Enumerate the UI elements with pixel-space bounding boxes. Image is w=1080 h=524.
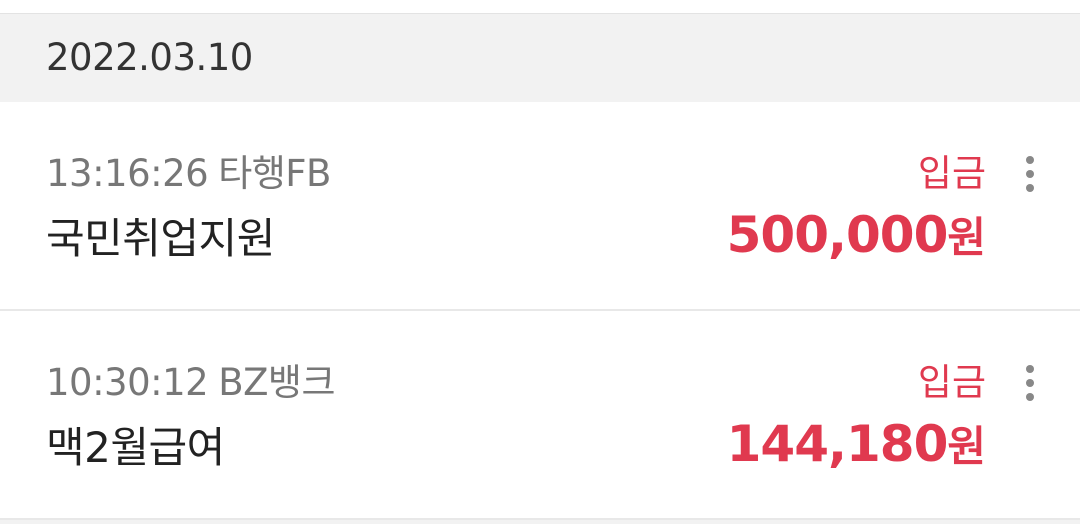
transaction-counterparty: 타행FB: [218, 152, 331, 195]
transaction-description: 국민취업지원: [46, 214, 275, 263]
top-divider: [0, 0, 1080, 14]
transaction-time: 10:30:12: [46, 361, 209, 404]
transaction-amount: 500,000원: [727, 206, 986, 267]
more-vertical-icon[interactable]: [1018, 361, 1042, 405]
more-vertical-icon[interactable]: [1018, 152, 1042, 196]
transaction-type: 입금: [917, 361, 986, 404]
currency-unit: 원: [947, 213, 986, 262]
amount-value: 500,000: [726, 206, 949, 264]
transaction-row[interactable]: 13:16:26 타행FB 국민취업지원 입금 500,000원: [0, 102, 1080, 311]
transaction-history-screen: 2022.03.10 13:16:26 타행FB 국민취업지원 입금 500,00…: [0, 0, 1080, 524]
transaction-row[interactable]: 10:30:12 BZ뱅크 맥2월급여 입금 144,180원: [0, 311, 1080, 520]
date-group-header: 2022.03.10: [0, 14, 1080, 102]
date-label: 2022.03.10: [46, 36, 253, 79]
transaction-type: 입금: [917, 152, 986, 195]
transaction-description: 맥2월급여: [46, 423, 225, 472]
transaction-counterparty: BZ뱅크: [218, 361, 335, 404]
currency-unit: 원: [947, 422, 986, 471]
bottom-divider: [0, 520, 1080, 524]
transaction-amount: 144,180원: [727, 415, 986, 476]
transaction-time: 13:16:26: [46, 152, 209, 195]
transaction-meta: 13:16:26 타행FB: [46, 152, 331, 196]
amount-value: 144,180: [726, 415, 949, 473]
transaction-meta: 10:30:12 BZ뱅크: [46, 361, 335, 405]
